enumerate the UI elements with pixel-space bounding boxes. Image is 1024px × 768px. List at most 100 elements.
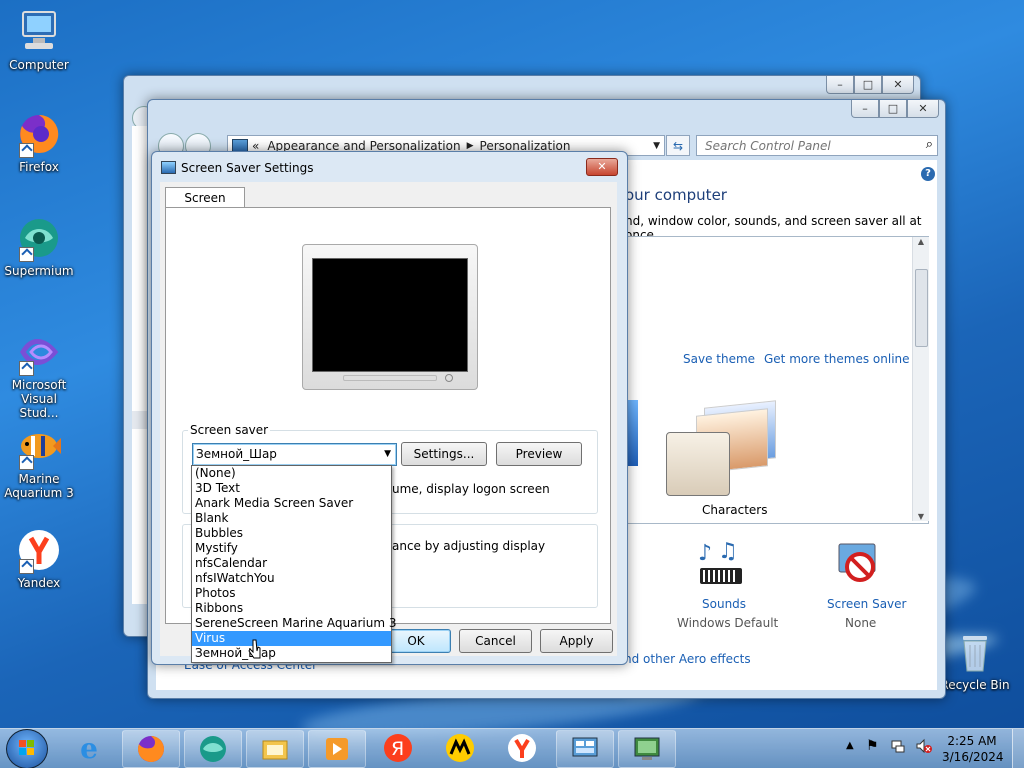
apply-button[interactable]: Apply [540, 629, 613, 653]
firefox-icon [17, 112, 61, 158]
taskbar-firefox[interactable] [122, 730, 180, 768]
supermium-icon [17, 216, 61, 262]
help-icon[interactable]: ? [921, 167, 935, 181]
taskbar-yandex[interactable] [500, 730, 544, 766]
minimize-button[interactable]: – [851, 100, 879, 118]
taskbar-media-player[interactable] [308, 730, 366, 768]
search-box[interactable]: ⌕ [696, 135, 938, 156]
power-management-text: ance by adjusting display [392, 539, 546, 553]
desktop-icon-label: Recycle Bin [940, 678, 1010, 692]
list-item[interactable]: Ribbons [192, 601, 391, 616]
yandex-icon [17, 528, 61, 574]
firefox-icon [138, 736, 164, 762]
network-icon[interactable] [890, 738, 906, 754]
supermium-icon [200, 736, 226, 762]
resume-logon-text: ume, display logon screen [392, 482, 550, 496]
scroll-up-icon[interactable]: ▲ [913, 237, 929, 246]
taskbar-screen-saver-settings[interactable] [618, 730, 676, 768]
monitor-power-icon [445, 374, 453, 382]
taskbar-ie-icon[interactable]: e [70, 731, 108, 765]
theme-list-scrollbar[interactable]: ▲ ▼ [912, 237, 929, 521]
desktop-icon-marine-aquarium[interactable]: Marine Aquarium 3 [3, 424, 75, 500]
recycle-bin-icon [953, 630, 997, 674]
list-item[interactable]: Mystify [192, 541, 391, 556]
taskbar-control-panel[interactable] [556, 730, 614, 768]
clock-time: 2:25 AM [947, 734, 997, 748]
desktop-icon-firefox[interactable]: Firefox [3, 112, 75, 174]
dialog-close-button[interactable]: ✕ [586, 158, 618, 176]
start-button[interactable] [6, 729, 48, 768]
yandex-icon [508, 734, 536, 762]
show-desktop-button[interactable] [1012, 729, 1024, 768]
monitor-preview [302, 244, 478, 390]
cancel-button[interactable]: Cancel [459, 629, 532, 653]
mouse-cursor-icon [248, 639, 262, 664]
aero-effects-link[interactable]: nd other Aero effects [624, 652, 751, 666]
dialog-icon [161, 161, 176, 174]
tab-screen-saver[interactable]: Screen Saver [165, 187, 245, 225]
maximize-button[interactable]: □ [879, 100, 907, 118]
screen-saver-select[interactable]: Земной_Шар ▼ [192, 443, 397, 466]
list-item[interactable]: nfsCalendar [192, 556, 391, 571]
page-heading: our computer [625, 186, 727, 204]
search-input[interactable] [703, 137, 917, 154]
list-item[interactable]: Anark Media Screen Saver [192, 496, 391, 511]
desktop-icon-visual-studio[interactable]: Microsoft Visual Stud... [3, 330, 75, 420]
list-item[interactable]: Земной_Шар [192, 646, 391, 661]
screen-saver-icon[interactable] [835, 542, 881, 588]
preview-button[interactable]: Preview [496, 442, 582, 466]
taskbar-supermium[interactable] [184, 730, 242, 768]
sounds-icon[interactable]: ♪ ♫ [696, 539, 746, 590]
search-icon[interactable]: ⌕ [926, 137, 933, 152]
maximize-button[interactable]: □ [854, 76, 882, 94]
volume-muted-icon[interactable] [915, 738, 933, 754]
get-more-themes-link[interactable]: Get more themes online [764, 352, 910, 366]
desktop-icon-computer[interactable]: Computer [3, 10, 75, 72]
svg-text:♫: ♫ [718, 540, 738, 564]
list-item[interactable]: Blank [192, 511, 391, 526]
taskbar-explorer[interactable] [246, 730, 304, 768]
refresh-button[interactable]: ⇆ [666, 135, 690, 156]
list-item[interactable]: nfsIWatchYou [192, 571, 391, 586]
desktop-icon-recycle-bin[interactable]: Recycle Bin [939, 630, 1011, 692]
screen-saver-dropdown-list[interactable]: (None) 3D Text Anark Media Screen Saver … [191, 465, 396, 663]
close-button[interactable]: ✕ [907, 100, 939, 118]
list-item[interactable]: (None) [192, 466, 391, 481]
desktop-icon-yandex[interactable]: Yandex [3, 528, 75, 590]
sounds-value: Windows Default [677, 616, 779, 630]
list-item-highlighted[interactable]: Virus [192, 631, 391, 646]
close-button[interactable]: ✕ [882, 76, 914, 94]
show-hidden-icons-button[interactable]: ▲ [846, 740, 854, 751]
save-theme-link[interactable]: Save theme [683, 352, 755, 366]
folder-icon [262, 740, 288, 760]
desktop-icon-label: Microsoft Visual Stud... [11, 378, 67, 420]
svg-text:Я: Я [391, 738, 404, 760]
list-item[interactable]: Bubbles [192, 526, 391, 541]
action-center-flag-icon[interactable]: ⚑ [866, 738, 879, 754]
media-player-icon [326, 738, 348, 760]
list-item[interactable]: 3D Text [192, 481, 391, 496]
taskbar-yandex-browser[interactable]: Я [376, 730, 420, 766]
screen-saver-link[interactable]: Screen Saver [827, 597, 906, 611]
sounds-link[interactable]: Sounds [702, 597, 746, 611]
list-item[interactable]: Photos [192, 586, 391, 601]
desktop-icon-label: Marine Aquarium 3 [4, 472, 74, 500]
clock[interactable]: 2:25 AM 3/16/2024 [942, 733, 1004, 765]
address-dropdown-icon[interactable]: ▼ [653, 141, 660, 151]
yandex-browser-icon: Я [384, 734, 412, 762]
list-item[interactable]: SereneScreen Marine Aquarium 3 [192, 616, 396, 631]
minimize-button[interactable]: – [826, 76, 854, 94]
scroll-thumb[interactable] [915, 269, 928, 347]
desktop-icon-label: Yandex [17, 576, 61, 590]
market-icon [446, 734, 474, 762]
theme-characters[interactable] [666, 400, 790, 496]
taskbar-yandex-market[interactable] [438, 730, 482, 766]
desktop-icon-label: Firefox [19, 160, 59, 174]
aquarium-icon [17, 424, 61, 470]
scroll-down-icon[interactable]: ▼ [913, 512, 929, 521]
desktop-icon-label: Computer [9, 58, 69, 72]
settings-button[interactable]: Settings... [401, 442, 487, 466]
desktop-icon-supermium[interactable]: Supermium [3, 216, 75, 278]
dialog-title: Screen Saver Settings [181, 161, 314, 175]
computer-icon [17, 10, 61, 54]
